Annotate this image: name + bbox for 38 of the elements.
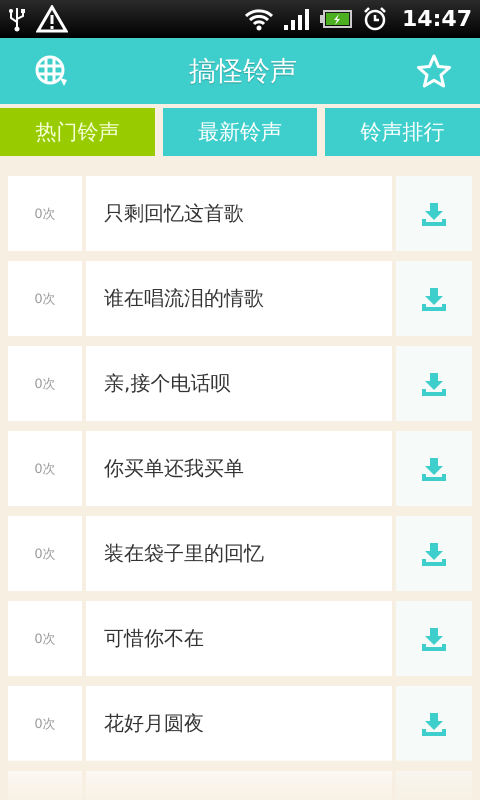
app-title: 搞怪铃声 xyxy=(188,55,298,89)
play-count: 0次 xyxy=(8,431,82,506)
ringtone-title[interactable]: 亲,接个电话呗 xyxy=(86,346,392,421)
battery-icon xyxy=(320,10,352,28)
download-button[interactable] xyxy=(396,516,472,591)
play-count: 0次 xyxy=(8,346,82,421)
download-button[interactable] xyxy=(396,176,472,251)
download-button[interactable] xyxy=(396,686,472,761)
alarm-icon xyxy=(362,6,388,32)
download-button[interactable] xyxy=(396,346,472,421)
clock-time: 14:47 xyxy=(402,6,472,32)
usb-icon xyxy=(8,6,26,32)
download-icon xyxy=(421,286,447,312)
download-button[interactable] xyxy=(396,431,472,506)
play-count: 0次 xyxy=(8,516,82,591)
signal-icon xyxy=(284,8,310,30)
download-icon xyxy=(421,540,447,566)
globe-icon[interactable] xyxy=(34,54,70,88)
download-button[interactable] xyxy=(396,601,472,676)
ringtone-title[interactable]: 只剩回忆这首歌 xyxy=(86,176,392,251)
download-icon xyxy=(421,626,447,652)
warning-icon xyxy=(36,5,68,33)
star-icon[interactable] xyxy=(416,54,452,88)
ringtone-title[interactable]: 你买单还我买单 xyxy=(86,431,392,506)
play-count: 0次 xyxy=(8,261,82,336)
download-icon xyxy=(421,456,447,482)
play-count: 0次 xyxy=(8,686,82,761)
ringtone-title[interactable]: 装在袋子里的回忆 xyxy=(86,516,392,591)
ringtone-title[interactable]: 花好月圆夜 xyxy=(86,686,392,761)
download-button[interactable] xyxy=(396,261,472,336)
play-count: 0次 xyxy=(8,176,82,251)
wifi-icon xyxy=(244,7,274,31)
ringtone-title[interactable]: 谁在唱流泪的情歌 xyxy=(86,261,392,336)
download-icon xyxy=(421,200,447,226)
download-icon xyxy=(421,710,447,736)
ringtone-title[interactable]: 可惜你不在 xyxy=(86,601,392,676)
play-count: 0次 xyxy=(8,601,82,676)
download-icon xyxy=(421,370,447,396)
